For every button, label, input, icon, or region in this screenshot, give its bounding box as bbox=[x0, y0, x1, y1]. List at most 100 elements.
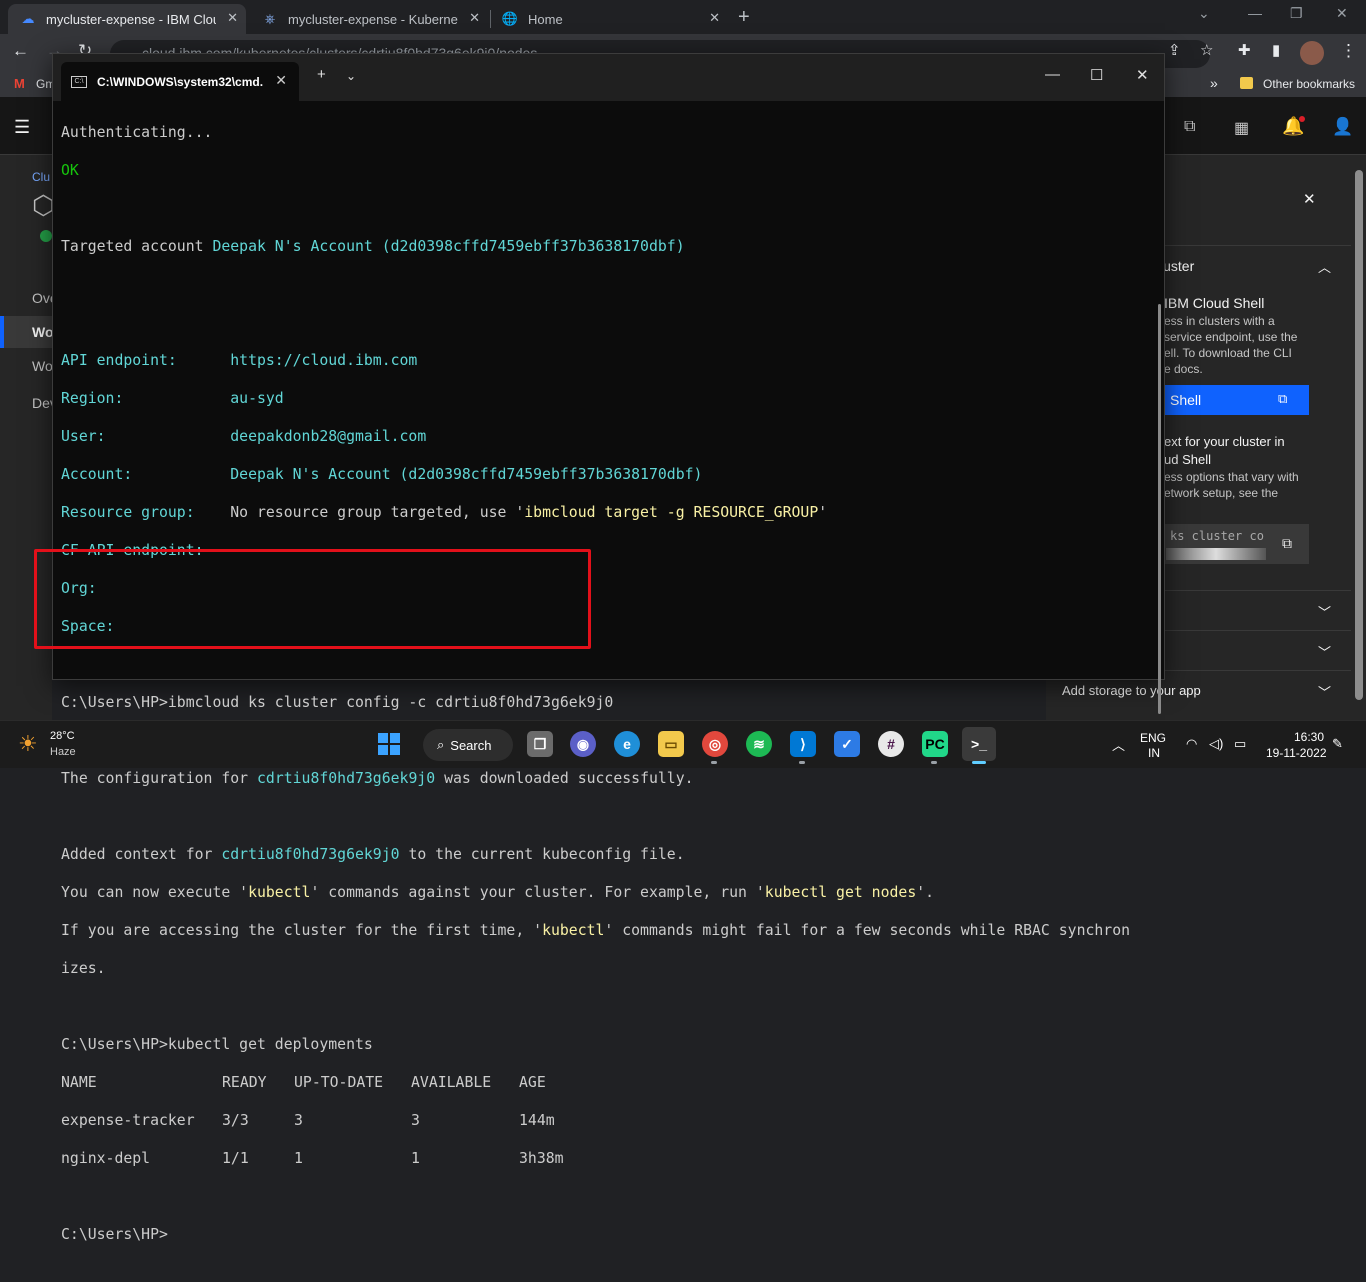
weather-desc[interactable]: Haze bbox=[50, 746, 76, 758]
clock-time[interactable]: 16:30 bbox=[1294, 730, 1324, 744]
restore-icon[interactable]: ❐ bbox=[1290, 5, 1303, 22]
context-heading-2: ud Shell bbox=[1164, 452, 1211, 467]
chevron-down-icon[interactable]: ﹀ bbox=[1318, 682, 1331, 701]
status-ok-icon bbox=[40, 230, 52, 242]
more-bookmarks-icon[interactable]: » bbox=[1210, 75, 1218, 91]
other-bookmarks[interactable]: Other bookmarks bbox=[1263, 77, 1355, 91]
todo-icon[interactable]: ✓ bbox=[834, 731, 860, 757]
close-icon[interactable]: ✕ bbox=[709, 10, 720, 26]
chevron-down-icon[interactable]: ﹀ bbox=[1318, 642, 1331, 661]
chevron-up-icon[interactable]: ︿ bbox=[1318, 257, 1331, 276]
task-view-icon[interactable]: ❐ bbox=[527, 731, 553, 757]
weather-icon[interactable]: ☀ bbox=[18, 731, 38, 757]
table-row: expense-tracker 3/3 3 3 144m bbox=[61, 1111, 1151, 1130]
terminal-blank bbox=[61, 313, 1151, 332]
copy-icon[interactable]: ⧉ bbox=[1282, 535, 1292, 552]
folder-icon bbox=[1240, 77, 1253, 89]
user-profile-icon[interactable]: 👤 bbox=[1332, 117, 1353, 137]
back-icon[interactable]: ← bbox=[12, 41, 29, 61]
nav-worker-pools[interactable]: Wo bbox=[32, 358, 53, 374]
label-span: Region: bbox=[61, 390, 231, 407]
gmail-icon[interactable]: M bbox=[14, 76, 25, 91]
minimize-icon[interactable]: — bbox=[1045, 66, 1060, 83]
chevron-down-icon[interactable]: ﹀ bbox=[1318, 602, 1331, 621]
language-top[interactable]: ENG bbox=[1140, 731, 1166, 745]
hamburger-menu-icon[interactable]: ☰ bbox=[14, 117, 30, 138]
minimize-icon[interactable]: — bbox=[1248, 5, 1262, 21]
wifi-icon[interactable]: ◠ bbox=[1186, 736, 1197, 752]
side-panel-icon[interactable]: ▮ bbox=[1272, 41, 1280, 59]
text-span: No resource group targeted, use ' bbox=[230, 504, 525, 521]
close-icon[interactable]: ✕ bbox=[1336, 5, 1348, 22]
terminal-line-ok: OK bbox=[61, 162, 79, 179]
shell-button-label: Shell bbox=[1170, 392, 1202, 408]
close-icon[interactable]: ✕ bbox=[275, 72, 287, 89]
value-span: https://cloud.ibm.com bbox=[230, 352, 418, 369]
terminal-tab[interactable]: C:\ C:\WINDOWS\system32\cmd. ✕ bbox=[61, 62, 299, 101]
cluster-id: cdrtiu8f0hd73g6ek9j0 bbox=[257, 770, 436, 787]
new-tab-button[interactable]: + bbox=[738, 6, 750, 29]
slack-icon[interactable]: # bbox=[878, 731, 904, 757]
pycharm-icon[interactable]: PC bbox=[922, 731, 948, 757]
running-indicator bbox=[711, 761, 717, 764]
close-icon[interactable]: ✕ bbox=[469, 10, 480, 26]
column-header: UP-TO-DATE bbox=[294, 1074, 384, 1091]
command-span: ibmcloud target -g RESOURCE_GROUP bbox=[524, 504, 819, 521]
cluster-id: cdrtiu8f0hd73g6ek9j0 bbox=[221, 846, 400, 863]
label-span: API endpoint: bbox=[61, 352, 231, 369]
close-icon[interactable]: ✕ bbox=[227, 10, 238, 26]
close-icon[interactable]: ✕ bbox=[1136, 66, 1149, 84]
text-span: ' bbox=[818, 504, 828, 521]
cost-estimator-icon[interactable]: ▦ bbox=[1234, 118, 1249, 138]
snippet-scrollbar[interactable] bbox=[1166, 548, 1266, 560]
shell-text-3: ell. To download the CLI bbox=[1164, 346, 1292, 360]
browser-tab-kubernetes[interactable]: ⎈ mycluster-expense - Kubernetes ✕ bbox=[250, 4, 488, 34]
taskbar-search-button[interactable]: ⌕ Search bbox=[423, 729, 513, 761]
notification-center-icon[interactable]: ✎ bbox=[1332, 736, 1343, 752]
label-span: Account: bbox=[61, 466, 231, 483]
start-icon[interactable] bbox=[376, 731, 402, 757]
close-icon[interactable]: ✕ bbox=[1303, 190, 1316, 208]
column-header: AGE bbox=[519, 1074, 546, 1091]
context-heading-1: ext for your cluster in bbox=[1164, 434, 1285, 449]
nav-worker-nodes[interactable]: Wo bbox=[32, 324, 54, 340]
terminal-line-exec: You can now execute 'kubectl' commands a… bbox=[61, 883, 1151, 902]
clock-date[interactable]: 19-11-2022 bbox=[1266, 746, 1327, 760]
browser-tab-home[interactable]: 🌐 Home ✕ bbox=[490, 4, 728, 34]
bookmark-star-icon[interactable]: ☆ bbox=[1200, 41, 1213, 59]
spotify-icon[interactable]: ≋ bbox=[746, 731, 772, 757]
terminal-line-cmd-deploy: C:\Users\HP>kubectl get deployments bbox=[61, 1036, 373, 1053]
vscode-icon[interactable]: ⟩ bbox=[790, 731, 816, 757]
tab-search-icon[interactable]: ⌄ bbox=[1198, 5, 1210, 22]
breadcrumb-clusters[interactable]: Clu bbox=[32, 170, 50, 184]
cloud-shell-icon[interactable]: ⧉ bbox=[1184, 118, 1195, 136]
terminal-prompt[interactable]: C:\Users\HP> bbox=[61, 1225, 1151, 1244]
extensions-icon[interactable]: ✚ bbox=[1238, 41, 1251, 59]
profile-avatar[interactable] bbox=[1300, 41, 1324, 65]
terminal-scrollbar[interactable] bbox=[1158, 304, 1161, 714]
edge-icon[interactable]: e bbox=[614, 731, 640, 757]
battery-icon[interactable]: ▭ bbox=[1234, 736, 1246, 752]
chevron-up-icon[interactable]: ︿ bbox=[1112, 735, 1125, 754]
volume-icon[interactable]: ◁) bbox=[1209, 736, 1223, 752]
file-explorer-icon[interactable]: ▭ bbox=[658, 731, 684, 757]
chevron-down-icon[interactable]: ⌄ bbox=[346, 69, 356, 83]
chat-icon[interactable]: ◉ bbox=[570, 731, 596, 757]
weather-temp[interactable]: 28°C bbox=[50, 730, 75, 742]
new-terminal-tab-icon[interactable]: + bbox=[317, 66, 326, 83]
text-span: '. bbox=[916, 884, 935, 901]
chrome-icon[interactable]: ◎ bbox=[702, 731, 728, 757]
maximize-icon[interactable]: ☐ bbox=[1090, 66, 1103, 84]
browser-tab-ibm-cloud[interactable]: ☁ mycluster-expense - IBM Cloud ✕ bbox=[8, 4, 246, 34]
language-bottom[interactable]: IN bbox=[1148, 746, 1160, 760]
page-scrollbar-thumb[interactable] bbox=[1355, 170, 1363, 700]
shell-text-4: e docs. bbox=[1164, 362, 1203, 376]
share-icon[interactable]: ⇪ bbox=[1168, 41, 1181, 59]
shell-heading: IBM Cloud Shell bbox=[1164, 295, 1265, 311]
terminal-line-account: Account: Deepak N's Account (d2d0398cffd… bbox=[61, 465, 1151, 484]
terminal-app-icon[interactable]: >_ bbox=[962, 727, 996, 761]
menu-dots-icon[interactable]: ⋮ bbox=[1340, 41, 1357, 61]
table-row: nginx-depl 1/1 1 1 3h38m bbox=[61, 1149, 1151, 1168]
notification-dot bbox=[1299, 116, 1305, 122]
search-label: Search bbox=[450, 737, 492, 753]
